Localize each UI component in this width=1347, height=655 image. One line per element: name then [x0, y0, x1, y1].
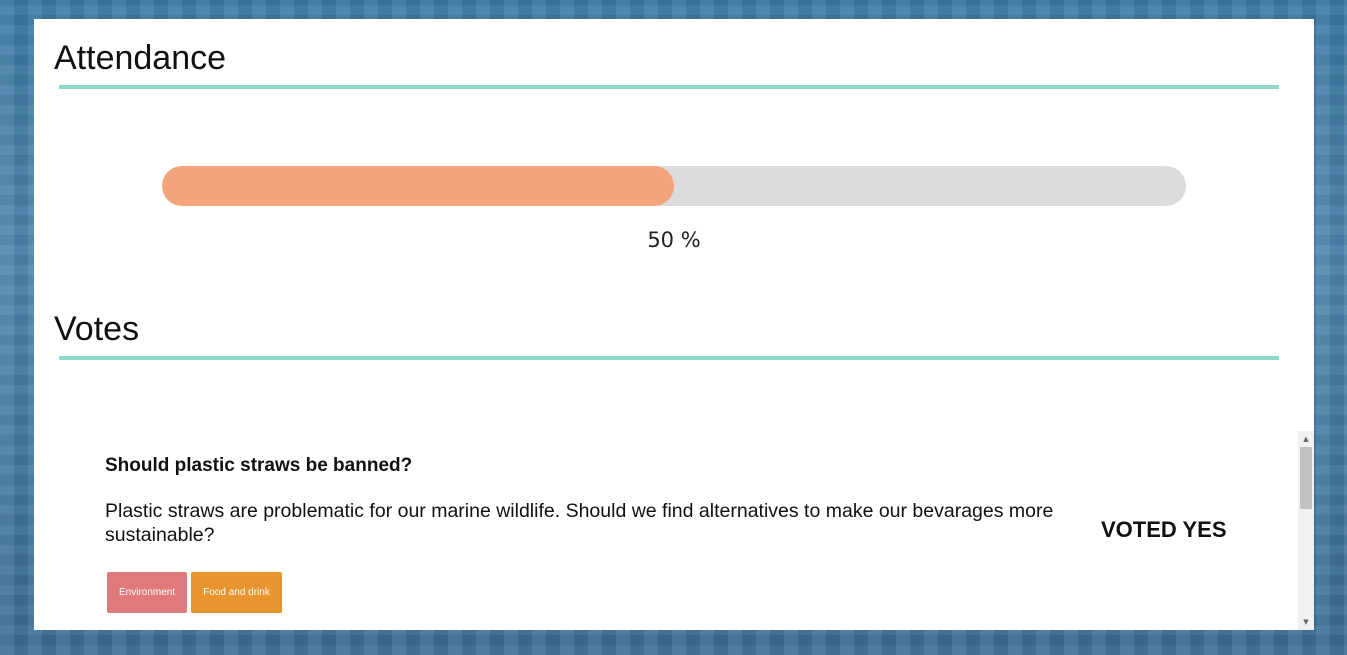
- vote-tags: Environment Food and drink: [107, 572, 282, 613]
- main-panel: Attendance 50 % Votes Should plastic str…: [34, 19, 1314, 630]
- attendance-percentage: 50 %: [647, 228, 701, 252]
- vote-question: Should plastic straws be banned?: [105, 455, 413, 476]
- triangle-up-icon[interactable]: ▲: [1298, 431, 1314, 447]
- votes-list[interactable]: Should plastic straws be banned? Plastic…: [34, 431, 1314, 630]
- vote-card: Should plastic straws be banned? Plastic…: [105, 455, 1235, 613]
- attendance-divider: [59, 85, 1279, 89]
- votes-scrollbar[interactable]: ▲ ▼: [1298, 431, 1314, 630]
- scrollbar-thumb[interactable]: [1300, 447, 1312, 509]
- attendance-heading: Attendance: [54, 39, 227, 77]
- attendance-progress-fill: [162, 166, 674, 206]
- tag-food-and-drink[interactable]: Food and drink: [191, 572, 282, 613]
- tag-environment[interactable]: Environment: [107, 572, 188, 613]
- votes-divider: [59, 356, 1279, 360]
- triangle-down-icon[interactable]: ▼: [1298, 614, 1314, 630]
- votes-heading: Votes: [54, 310, 140, 348]
- attendance-progress-bar: [162, 166, 1186, 206]
- vote-description: Plastic straws are problematic for our m…: [105, 500, 1054, 546]
- vote-status: VOTED YES: [1101, 517, 1227, 542]
